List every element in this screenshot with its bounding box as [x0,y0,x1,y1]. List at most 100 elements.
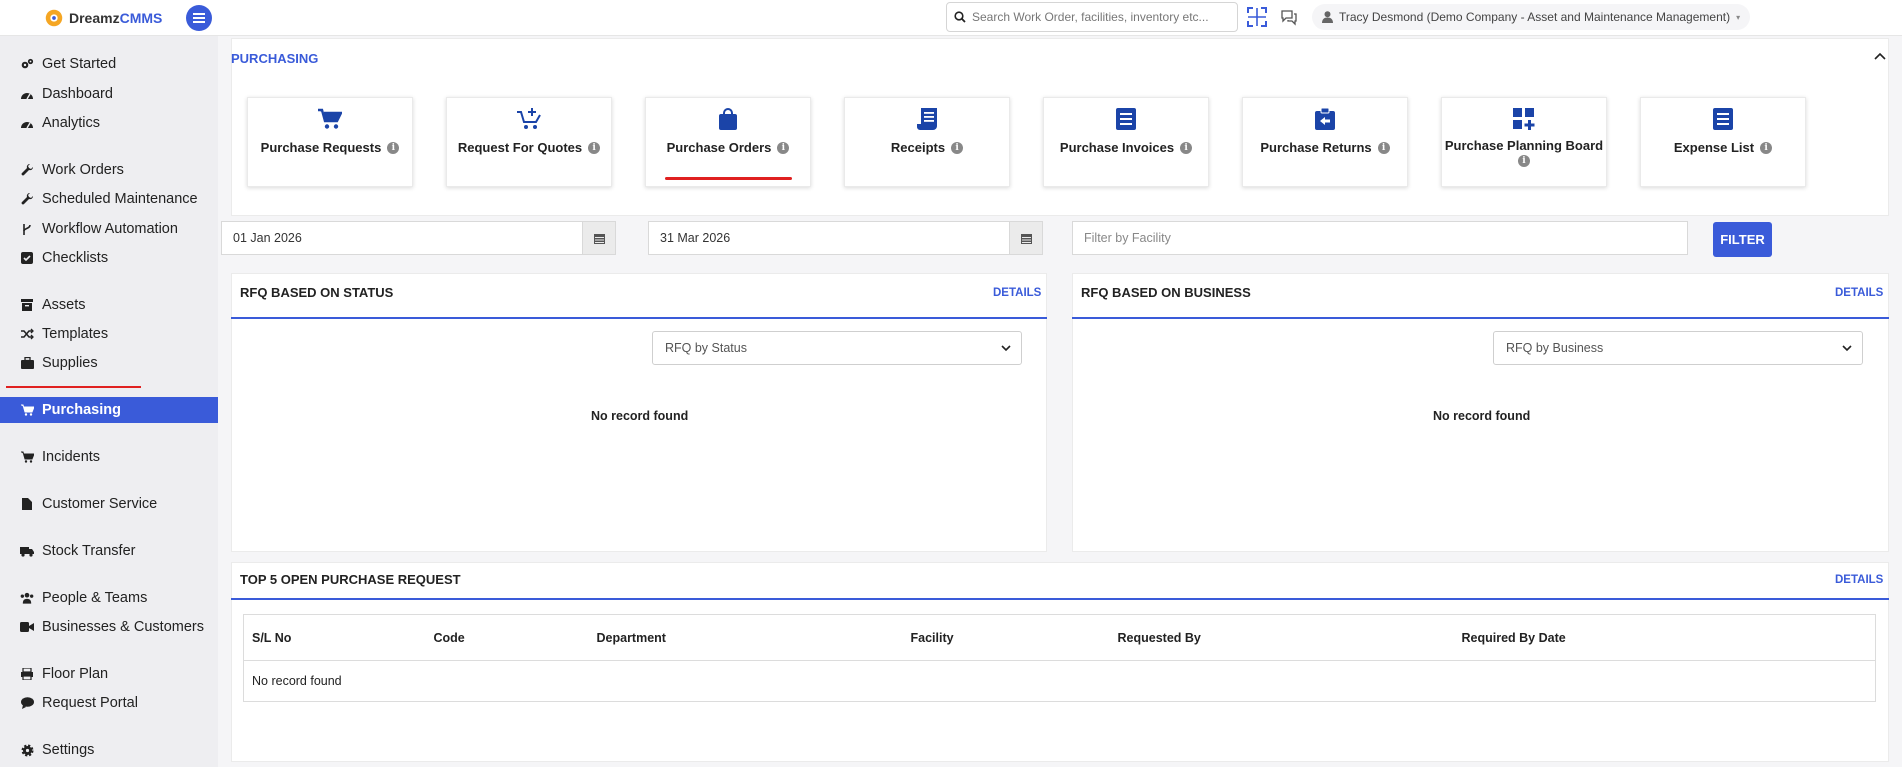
user-icon [1322,11,1333,23]
sidebar-item-label: Analytics [42,115,101,131]
sidebar-item-dashboard[interactable]: Dashboard [0,80,218,108]
column-header[interactable]: Facility [902,614,1110,661]
app-logo[interactable]: DreamzCMMS [43,7,162,29]
sidebar-item-businesses-customers[interactable]: Businesses & Customers [0,613,218,641]
tile-request-for-quotes[interactable]: Request For Quotes i [446,97,612,187]
users-icon [20,591,34,605]
tile-purchase-returns[interactable]: Purchase Returns i [1242,97,1408,187]
rfq-business-select-value: RFQ by Business [1506,341,1604,355]
tile-purchase-requests[interactable]: Purchase Requests i [247,97,413,187]
tile-expense-list[interactable]: Expense List i [1640,97,1806,187]
top-requests-details-link[interactable]: DETAILS [1835,574,1883,586]
top-requests-title: TOP 5 OPEN PURCHASE REQUEST [240,572,461,587]
sidebar-item-label: Dashboard [42,86,113,102]
comment-icon [20,696,34,710]
sidebar-item-checklists[interactable]: Checklists [0,244,218,272]
info-icon[interactable]: i [777,141,790,154]
info-icon[interactable]: i [1760,141,1773,154]
tile-label: Purchase Orders i [667,140,790,155]
sidebar-item-templates[interactable]: Templates [0,320,218,348]
sidebar-item-get-started[interactable]: Get Started [0,50,218,78]
info-icon[interactable]: i [951,141,964,154]
rfq-business-details-link[interactable]: DETAILS [1835,287,1883,299]
sidebar-item-label: Assets [42,297,86,313]
tile-purchase-orders[interactable]: Purchase Orders i [645,97,811,187]
column-header[interactable]: Required By Date [1453,614,1876,661]
sidebar-item-label: Get Started [42,56,117,72]
selected-tile-underline [665,177,792,180]
info-icon[interactable]: i [588,141,601,154]
sidebar-item-analytics[interactable]: Analytics [0,109,218,137]
end-date-field[interactable]: 31 Mar 2026 [648,221,1043,255]
sidebar-item-label: Incidents [42,449,101,465]
sidebar-item-label: Purchasing [42,402,121,418]
sidebar-item-stock-transfer[interactable]: Stock Transfer [0,537,218,565]
wrench-icon [20,163,34,177]
table-header-row: S/L No Code Department Facility Requeste… [243,614,1876,661]
info-icon[interactable]: i [1377,141,1390,154]
sidebar-item-customer-service[interactable]: Customer Service [0,490,218,518]
active-nav-underline [6,386,141,388]
facility-filter-input[interactable]: Filter by Facility [1072,221,1688,255]
sidebar-item-label: Checklists [42,250,109,266]
sidebar-item-label: Request Portal [42,695,138,711]
search-input[interactable] [972,10,1222,24]
sidebar-item-floor-plan[interactable]: Floor Plan [0,660,218,688]
sidebar-item-label: Supplies [42,355,98,371]
chat-icon[interactable] [1280,8,1298,26]
briefcase-icon [20,356,34,370]
info-icon[interactable]: i [1517,155,1530,167]
column-header[interactable]: Requested By [1109,614,1454,661]
logo-text: DreamzCMMS [69,10,163,26]
return-icon [1312,106,1338,132]
sidebar-item-label: Workflow Automation [42,221,178,237]
rfq-status-details-link[interactable]: DETAILS [993,287,1041,299]
sidebar-item-scheduled-maintenance[interactable]: Scheduled Maintenance [0,185,218,213]
shopping-bag-icon [715,106,741,132]
rfq-status-select[interactable]: RFQ by Status [652,331,1022,365]
sidebar-item-workflow-automation[interactable]: Workflow Automation [0,215,218,243]
sidebar-item-label: Businesses & Customers [42,619,204,635]
video-icon [20,620,34,634]
table-empty-message: No record found [243,660,1876,702]
tile-purchase-invoices[interactable]: Purchase Invoices i [1043,97,1209,187]
shuffle-icon [20,327,34,341]
invoice-icon [1113,106,1139,132]
sidebar-item-assets[interactable]: Assets [0,291,218,319]
top-requests-divider [231,598,1889,600]
column-header[interactable]: Code [425,614,589,661]
sidebar-item-label: Floor Plan [42,666,109,682]
sidebar-item-work-orders[interactable]: Work Orders [0,156,218,184]
menu-toggle-button[interactable] [186,5,212,31]
sidebar-item-supplies[interactable]: Supplies [0,349,218,377]
rfq-status-title: RFQ BASED ON STATUS [240,285,394,300]
qr-scan-icon[interactable] [1246,6,1268,28]
start-date-field[interactable]: 01 Jan 2026 [221,221,616,255]
info-icon[interactable]: i [387,141,400,154]
user-menu[interactable]: Tracy Desmond (Demo Company - Asset and … [1312,4,1751,30]
sidebar-item-request-portal[interactable]: Request Portal [0,689,218,717]
tile-purchase-planning-board[interactable]: Purchase Planning Board i [1441,97,1607,187]
sidebar-item-label: Stock Transfer [42,543,136,559]
column-header[interactable]: S/L No [243,614,426,661]
info-icon[interactable]: i [1180,141,1193,154]
sidebar-item-settings[interactable]: Settings [0,736,218,764]
chevron-down-icon [1001,344,1011,351]
sidebar-item-people-teams[interactable]: People & Teams [0,584,218,612]
calendar-icon[interactable] [1009,222,1042,254]
tile-label: Purchase Invoices i [1060,140,1193,155]
print-icon [20,667,34,681]
rfq-business-select[interactable]: RFQ by Business [1493,331,1863,365]
receipt-icon [914,106,940,132]
filter-button[interactable]: FILTER [1713,222,1772,257]
chevron-up-icon[interactable] [1874,52,1886,60]
tile-label: Purchase Requests i [261,140,400,155]
sidebar-item-incidents[interactable]: Incidents [0,443,218,471]
global-search[interactable] [946,2,1238,32]
calendar-icon[interactable] [582,222,615,254]
column-header[interactable]: Department [588,614,903,661]
sidebar-item-purchasing[interactable]: Purchasing [0,397,218,423]
tile-receipts[interactable]: Receipts i [844,97,1010,187]
sidebar-item-label: Customer Service [42,496,158,512]
sidebar-item-label: Work Orders [42,162,124,178]
